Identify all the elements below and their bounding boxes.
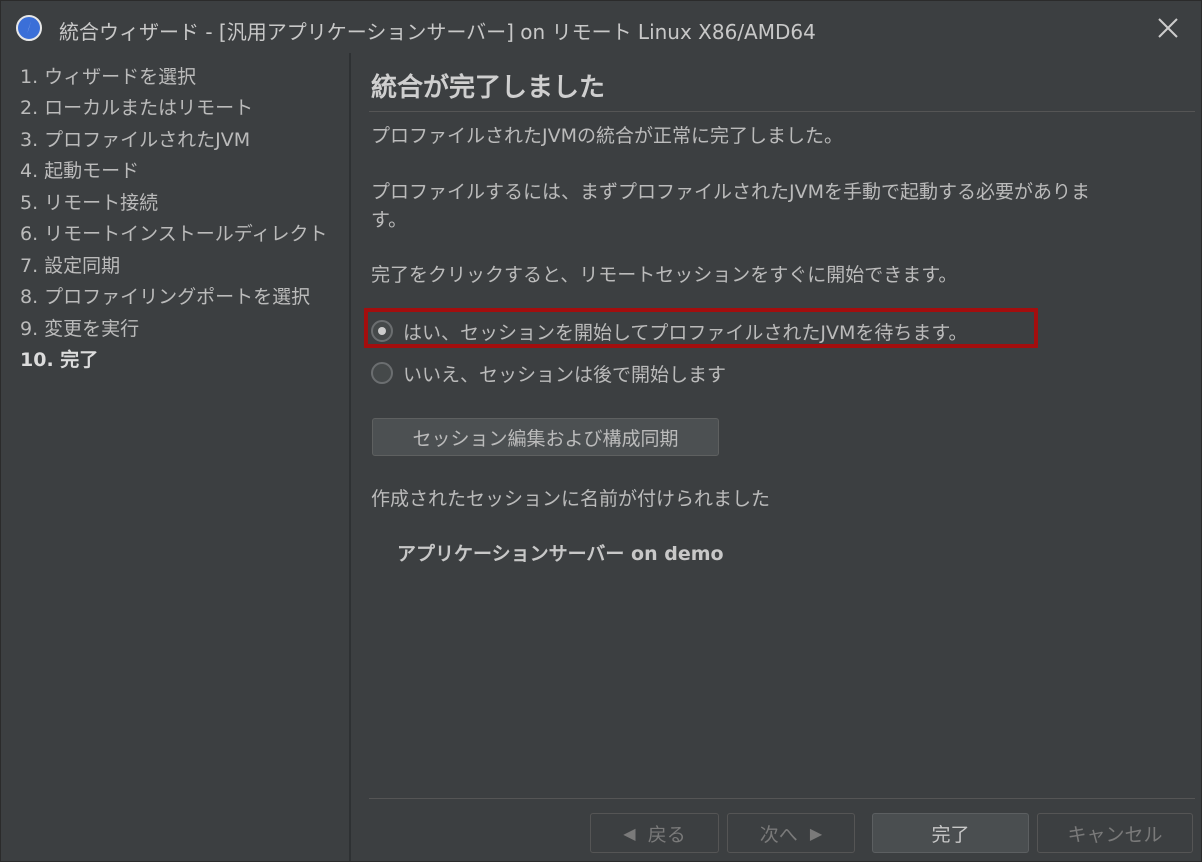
title-bar: 統合ウィザード - [汎用アプリケーションサーバー] on リモート Linux…: [1, 1, 1201, 53]
finish-button[interactable]: 完了: [872, 813, 1029, 853]
triangle-right-icon: ▶: [809, 823, 823, 843]
radio-start-session-yes[interactable]: はい、セッションを開始してプロファイルされたJVMを待ちます。: [371, 314, 968, 348]
next-button[interactable]: 次へ ▶: [727, 813, 855, 853]
heading-divider: [369, 111, 1195, 112]
window-title: 統合ウィザード - [汎用アプリケーションサーバー] on リモート Linux…: [59, 20, 816, 44]
step-select-wizard: 1. ウィザードを選択: [20, 66, 197, 88]
manual-start-message-cont: す。: [371, 209, 408, 231]
session-created-text: 作成されたセッションに名前が付けられました: [371, 488, 771, 510]
wizard-steps-sidebar: 1. ウィザードを選択 2. ローカルまたはリモート 3. プロファイルされたJ…: [1, 53, 351, 861]
compass-icon: [16, 15, 42, 41]
integration-wizard-window: 統合ウィザード - [汎用アプリケーションサーバー] on リモート Linux…: [0, 0, 1202, 862]
step-profiled-jvm: 3. プロファイルされたJVM: [20, 129, 251, 151]
triangle-left-icon: ◀: [623, 823, 636, 843]
step-config-sync: 7. 設定同期: [20, 255, 121, 277]
session-name: アプリケーションサーバー on demo: [397, 543, 724, 565]
step-remote-install-dir: 6. リモートインストールディレクト: [20, 223, 328, 245]
finish-info-message: 完了をクリックすると、リモートセッションをすぐに開始できます。: [371, 264, 958, 286]
edit-session-button[interactable]: セッション編集および構成同期: [372, 418, 719, 456]
radio-button-unselected[interactable]: [371, 362, 393, 384]
wizard-content: 統合が完了しました プロファイルされたJVMの統合が正常に完了しました。 プロフ…: [351, 53, 1201, 861]
cancel-button[interactable]: キャンセル: [1037, 813, 1193, 853]
close-icon[interactable]: [1151, 11, 1185, 45]
radio-yes-label: はい、セッションを開始してプロファイルされたJVMを待ちます。: [403, 321, 968, 344]
step-remote-connection: 5. リモート接続: [20, 192, 159, 214]
step-finish: 10. 完了: [20, 349, 99, 371]
radio-start-session-no[interactable]: いいえ、セッションは後で開始します: [371, 356, 726, 390]
back-button[interactable]: ◀ 戻る: [590, 813, 719, 853]
success-message: プロファイルされたJVMの統合が正常に完了しました。: [371, 125, 843, 147]
page-title: 統合が完了しました: [371, 73, 606, 103]
radio-button-selected[interactable]: [371, 320, 393, 342]
step-execute-changes: 9. 変更を実行: [20, 318, 140, 340]
step-profiling-port: 8. プロファイリングポートを選択: [20, 286, 311, 308]
manual-start-message: プロファイルするには、まずプロファイルされたJVMを手動で起動する必要がありま: [371, 181, 1090, 203]
footer-divider: [369, 798, 1195, 799]
step-local-or-remote: 2. ローカルまたはリモート: [20, 97, 254, 119]
radio-no-label: いいえ、セッションは後で開始します: [403, 363, 727, 386]
step-startup-mode: 4. 起動モード: [20, 160, 140, 182]
